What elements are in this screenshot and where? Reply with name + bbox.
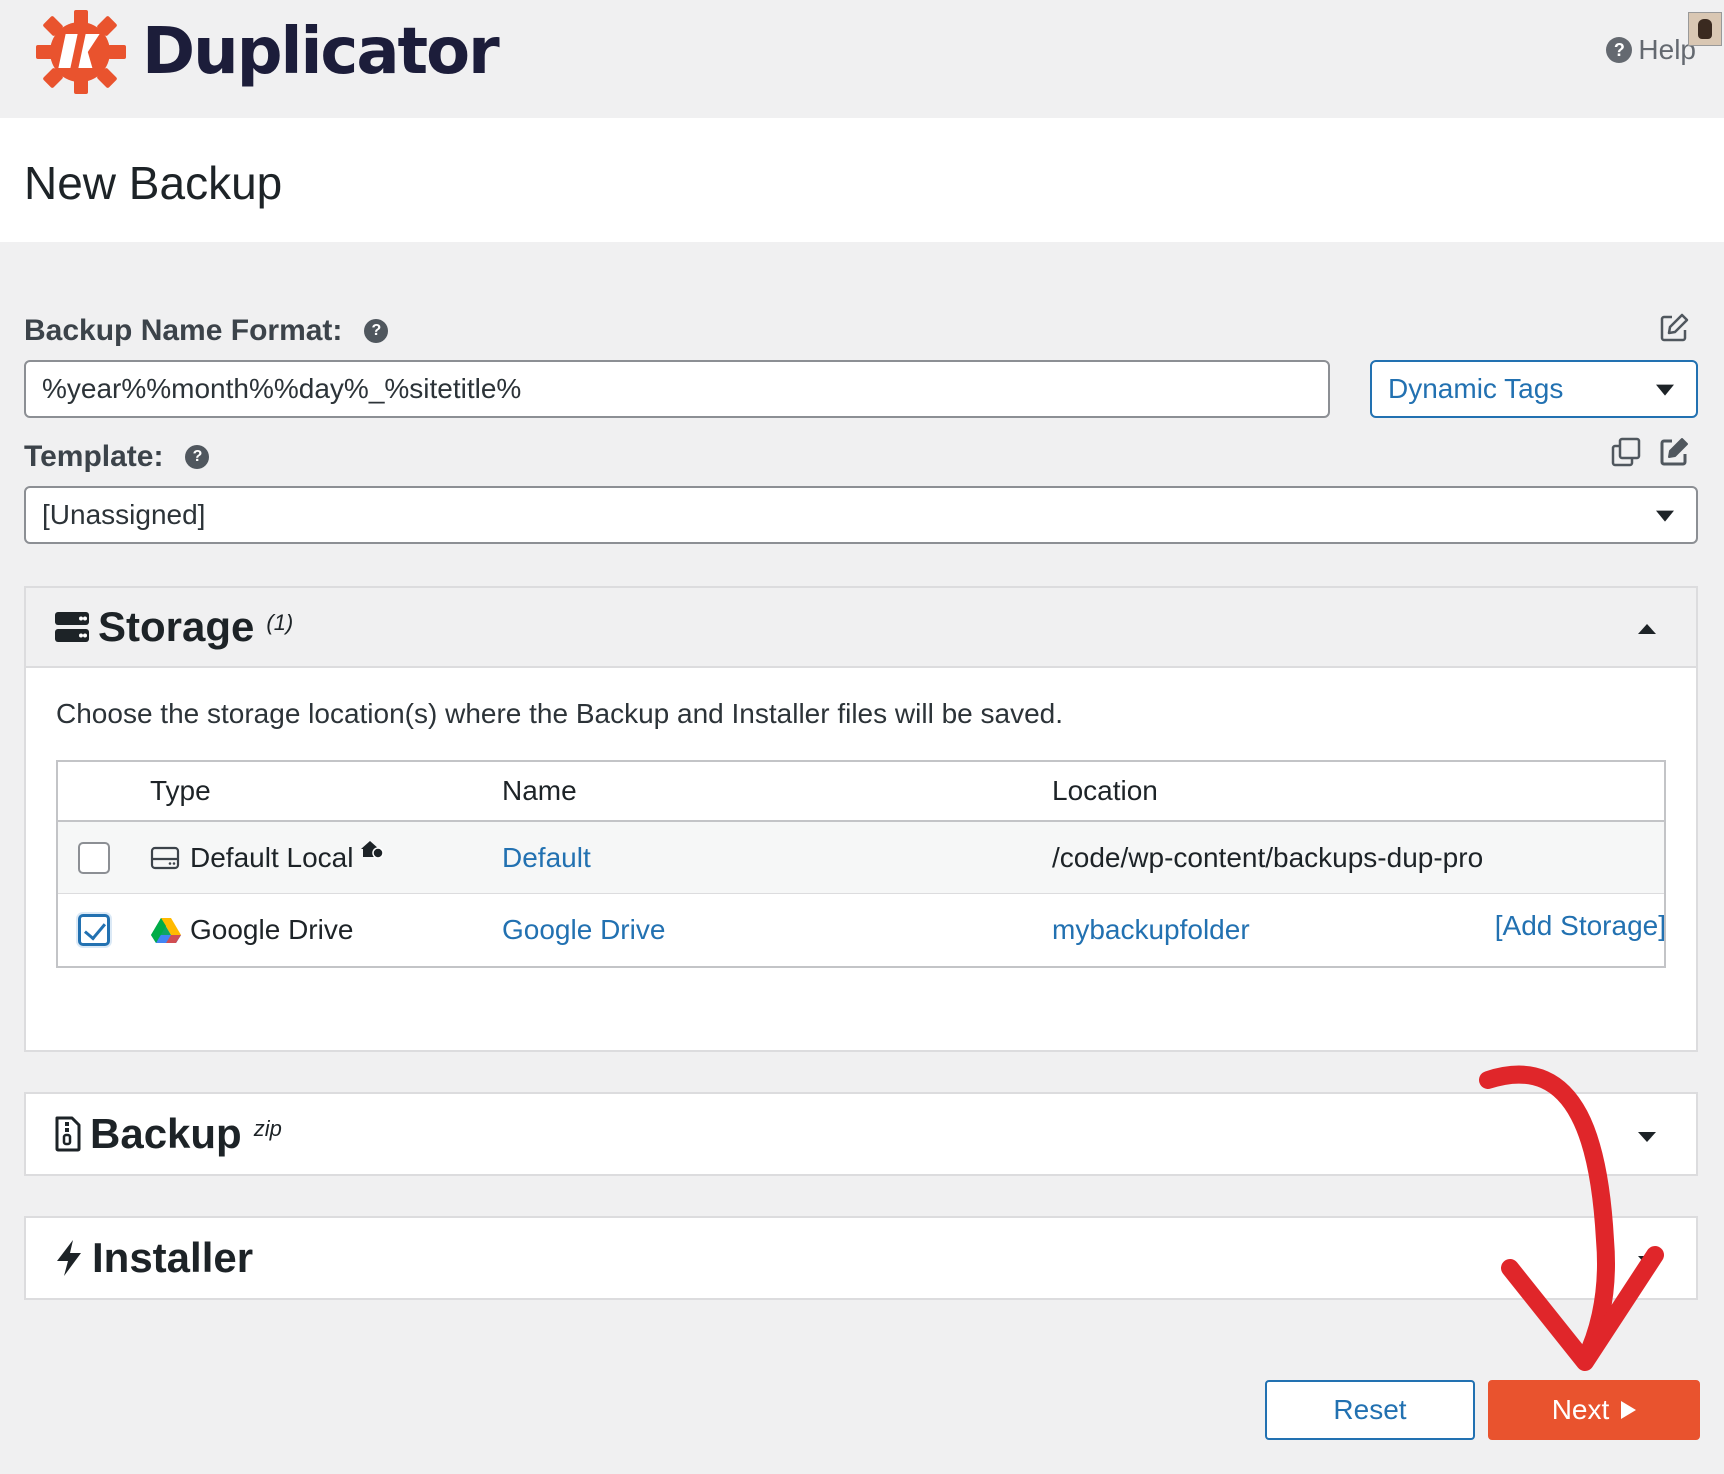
backup-panel-header[interactable]: Backup zip	[26, 1094, 1696, 1174]
column-name: Name	[502, 775, 577, 806]
edit-icon[interactable]	[1658, 312, 1690, 344]
checkbox-checked[interactable]	[78, 914, 110, 946]
dynamic-tags-label: Dynamic Tags	[1388, 373, 1564, 404]
next-label: Next	[1551, 1394, 1610, 1425]
bolt-icon	[57, 1240, 81, 1276]
storage-title: Storage	[98, 603, 255, 650]
chevron-down-icon	[1656, 510, 1674, 522]
copy-icon[interactable]	[1610, 436, 1642, 468]
column-type: Type	[150, 775, 211, 806]
caret-up-icon[interactable]	[1638, 624, 1656, 634]
storage-panel-header[interactable]: Storage (1)	[26, 588, 1696, 668]
add-storage-link[interactable]: [Add Storage]	[1495, 910, 1666, 942]
name-format-value: %year%%month%%day%_%sitetitle%	[42, 373, 522, 404]
home-gear-icon	[361, 840, 385, 859]
template-label-text: Template:	[24, 440, 164, 473]
backup-format: zip	[253, 1116, 282, 1141]
duplicator-gear-icon	[36, 10, 126, 94]
dynamic-tags-select[interactable]: Dynamic Tags	[1370, 360, 1698, 418]
storage-type: Default Local	[150, 840, 385, 874]
next-button[interactable]: Next	[1488, 1380, 1700, 1440]
brand-name: Duplicator	[142, 15, 500, 89]
column-location: Location	[1052, 775, 1158, 806]
storage-checkbox-google-drive[interactable]	[78, 914, 110, 946]
reset-button[interactable]: Reset	[1265, 1380, 1475, 1440]
avatar[interactable]	[1688, 12, 1722, 46]
name-format-input[interactable]: %year%%month%%day%_%sitetitle%	[24, 360, 1330, 418]
storage-type-label: Google Drive	[190, 914, 354, 945]
table-header: Type Name Location	[58, 762, 1664, 822]
help-tooltip-icon[interactable]: ?	[364, 319, 389, 343]
table-row: Google Drive Google Drive mybackupfolder	[58, 894, 1664, 966]
table-row: Default Local Default /code/wp-content/b…	[58, 822, 1664, 894]
help-icon: ?	[1606, 37, 1633, 63]
installer-panel: Installer	[24, 1216, 1698, 1300]
page-title-bar: New Backup	[0, 118, 1724, 242]
help-tooltip-icon[interactable]: ?	[185, 445, 210, 469]
hard-drive-icon	[150, 846, 180, 869]
help-link[interactable]: ? Help	[1606, 34, 1696, 66]
storage-panel: Storage (1) Choose the storage location(…	[24, 586, 1698, 1052]
chevron-down-icon	[1656, 384, 1674, 396]
google-drive-icon	[151, 918, 181, 943]
edit-icon[interactable]	[1658, 436, 1690, 468]
backup-panel: Backup zip	[24, 1092, 1698, 1176]
storage-name-link[interactable]: Default	[502, 842, 591, 874]
storage-count: (1)	[266, 610, 294, 635]
caret-down-icon[interactable]	[1638, 1256, 1656, 1266]
top-bar: Duplicator ? Help	[0, 0, 1724, 118]
backup-title: Backup	[90, 1110, 242, 1157]
name-format-label-text: Backup Name Format:	[24, 314, 343, 347]
reset-label: Reset	[1333, 1394, 1407, 1425]
zip-file-icon	[55, 1116, 81, 1152]
duplicator-logo: Duplicator	[30, 4, 500, 100]
name-format-label: Backup Name Format: ?	[24, 314, 389, 348]
template-label: Template: ?	[24, 440, 210, 474]
storage-description: Choose the storage location(s) where the…	[56, 698, 1063, 729]
page-title: New Backup	[24, 157, 283, 209]
installer-panel-header[interactable]: Installer	[26, 1218, 1696, 1298]
caret-down-icon[interactable]	[1638, 1132, 1656, 1142]
storage-location: /code/wp-content/backups-dup-pro	[1052, 841, 1484, 873]
play-arrow-icon	[1621, 1401, 1637, 1419]
server-icon	[55, 612, 89, 642]
storage-table: Type Name Location Default Local Default…	[56, 760, 1666, 968]
template-select[interactable]: [Unassigned]	[24, 486, 1698, 544]
storage-name-link[interactable]: Google Drive	[502, 914, 665, 946]
storage-type-label: Default Local	[190, 841, 354, 873]
storage-type: Google Drive	[150, 914, 353, 946]
template-value: [Unassigned]	[42, 499, 206, 530]
installer-title: Installer	[92, 1234, 254, 1281]
storage-checkbox-default-local[interactable]	[78, 841, 110, 874]
checkbox-unchecked[interactable]	[78, 841, 110, 874]
storage-location-link[interactable]: mybackupfolder	[1052, 914, 1250, 946]
